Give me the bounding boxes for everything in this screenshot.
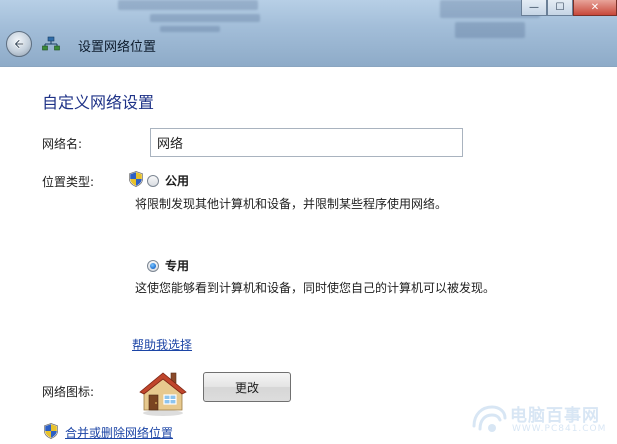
private-description: 这使您能够看到计算机和设备，同时使您自己的计算机可以被发现。 <box>135 281 496 295</box>
change-icon-button[interactable]: 更改 <box>203 372 291 402</box>
back-arrow-icon <box>14 39 25 49</box>
window-title: 设置网络位置 <box>78 40 157 55</box>
watermark-url: WWW.PC841.COM <box>512 424 607 434</box>
network-name-input[interactable] <box>150 128 463 157</box>
watermark-name: 电脑百事网 <box>510 406 600 426</box>
back-button[interactable] <box>6 31 32 57</box>
maximize-button[interactable]: ☐ <box>547 0 573 16</box>
radio-public-label[interactable]: 公用 <box>165 172 189 189</box>
uac-shield-icon <box>44 423 58 439</box>
home-network-icon <box>139 372 187 416</box>
public-description: 将限制发现其他计算机和设备，并限制某些程序使用网络。 <box>135 197 448 211</box>
network-name-label: 网络名: <box>42 137 83 151</box>
page-heading: 自定义网络设置 <box>42 93 155 112</box>
radio-private-label[interactable]: 专用 <box>165 257 189 274</box>
uac-shield-icon <box>129 171 143 187</box>
radio-private[interactable] <box>147 260 159 272</box>
site-watermark: 电脑百事网 WWW.PC841.COM <box>468 399 614 441</box>
title-bar: — ☐ ✕ 设置网络位置 <box>0 0 617 67</box>
radio-public[interactable] <box>147 175 159 187</box>
help-me-choose-link[interactable]: 帮助我选择 <box>132 336 192 353</box>
watermark-logo-icon <box>472 405 507 432</box>
radio-selected-dot <box>150 263 156 269</box>
network-icon-label: 网络图标: <box>42 385 95 399</box>
location-type-label: 位置类型: <box>42 175 95 189</box>
content-pane: 自定义网络设置 网络名: 位置类型: 公用 将限制发现其他计算机和设备，并限制某… <box>0 67 617 444</box>
merge-delete-locations-link[interactable]: 合并或删除网络位置 <box>65 424 173 441</box>
network-icon <box>42 36 60 51</box>
window-controls: — ☐ ✕ <box>521 0 617 16</box>
close-button[interactable]: ✕ <box>573 0 617 16</box>
minimize-button[interactable]: — <box>521 0 547 16</box>
